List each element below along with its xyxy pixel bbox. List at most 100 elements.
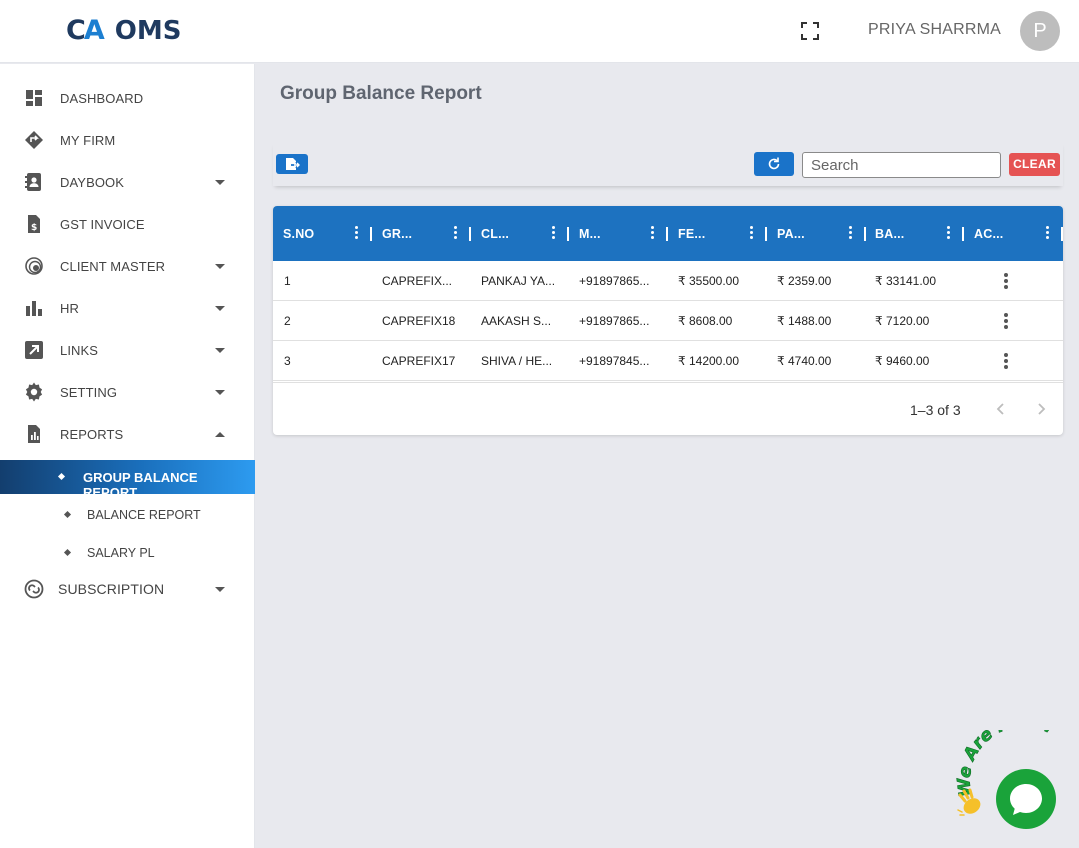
data-grid: S.NO GR... CL... M... FE... PA... BA... …: [273, 206, 1063, 435]
column-menu-icon[interactable]: [454, 226, 458, 242]
sidebar-subitem-label: SALARY PL: [87, 546, 155, 560]
svg-text:$: $: [31, 223, 37, 233]
sidebar-subitem-salary-pl[interactable]: SALARY PL: [0, 536, 255, 570]
sidebar-item-label: REPORTS: [60, 426, 124, 442]
sidebar-item-daybook[interactable]: DAYBOOK: [0, 164, 255, 200]
sidebar-subitem-label: GROUP BALANCE REPORT: [83, 470, 198, 500]
sidebar-item-client-master[interactable]: CLIENT MASTER: [0, 248, 255, 284]
cell-group: CAPREFIX18: [382, 314, 456, 328]
column-header-mobile[interactable]: M...: [569, 206, 668, 261]
invoice-icon: $: [28, 215, 40, 233]
sidebar: DASHBOARD MY FIRM DAYBOOK $ GST INVOICE …: [0, 64, 255, 848]
cell-group: CAPREFIX...: [382, 274, 453, 288]
toolbar: CLEAR: [273, 142, 1063, 186]
dashboard-icon: [26, 90, 42, 106]
sidebar-subitem-label: BALANCE REPORT: [87, 508, 201, 522]
column-header-group[interactable]: GR...: [372, 206, 471, 261]
cell-mobile: +91897865...: [579, 314, 650, 328]
cell-mobile: +91897845...: [579, 354, 650, 368]
column-header-balance[interactable]: BA...: [865, 206, 964, 261]
column-menu-icon[interactable]: [552, 226, 556, 242]
refresh-button[interactable]: [754, 152, 794, 176]
user-name[interactable]: PRIYA SHARRMA: [868, 21, 1001, 39]
table-row[interactable]: 2 CAPREFIX18 AAKASH S... +91897865... ₹ …: [273, 301, 1063, 341]
sidebar-item-label: DAYBOOK: [60, 174, 125, 190]
chat-bubble-icon: [1010, 784, 1042, 815]
chevron-down-icon: [215, 347, 225, 353]
avatar[interactable]: P: [1020, 11, 1060, 51]
chevron-right-icon[interactable]: [1031, 399, 1051, 419]
column-header-paid[interactable]: PA...: [767, 206, 866, 261]
sidebar-item-label: SETTING: [60, 384, 118, 400]
chat-button[interactable]: [996, 769, 1056, 829]
fullscreen-icon[interactable]: [800, 21, 820, 41]
column-header-sno[interactable]: S.NO: [273, 206, 372, 261]
cell-balance: ₹ 33141.00: [875, 274, 937, 288]
export-icon: [286, 158, 301, 170]
chevron-down-icon: [215, 179, 225, 185]
cell-sno: 1: [284, 274, 291, 288]
sidebar-item-my-firm[interactable]: MY FIRM: [0, 122, 255, 158]
column-separator[interactable]: [1061, 227, 1063, 241]
sidebar-item-gst-invoice[interactable]: $ GST INVOICE: [0, 206, 255, 242]
sidebar-item-setting[interactable]: SETTING: [0, 374, 255, 410]
bullet-icon: [63, 510, 72, 519]
pagination-text: 1–3 of 3: [910, 402, 961, 418]
column-menu-icon[interactable]: [1046, 226, 1050, 242]
cell-group: CAPREFIX17: [382, 354, 456, 368]
bullet-icon: [63, 548, 72, 557]
column-header-client[interactable]: CL...: [471, 206, 569, 261]
sidebar-item-label: GST INVOICE: [60, 216, 145, 232]
search-input[interactable]: [802, 152, 1001, 178]
gear-icon: [25, 382, 43, 402]
more-vert-icon[interactable]: [1004, 273, 1008, 291]
sidebar-item-subscription[interactable]: SUBSCRIPTION: [0, 571, 255, 607]
sidebar-item-reports[interactable]: REPORTS: [0, 416, 255, 452]
table-row[interactable]: 3 CAPREFIX17 SHIVA / HE... +91897845... …: [273, 341, 1063, 381]
bar-chart-icon: [26, 301, 42, 316]
firm-icon: [25, 131, 43, 149]
cell-sno: 3: [284, 354, 291, 368]
cell-sno: 2: [284, 314, 291, 328]
sidebar-item-hr[interactable]: HR: [0, 290, 255, 326]
bullet-icon: [57, 472, 66, 481]
column-menu-icon[interactable]: [651, 226, 655, 242]
report-icon: [28, 425, 40, 443]
chevron-down-icon: [215, 263, 225, 269]
clear-button[interactable]: CLEAR: [1009, 153, 1060, 176]
chevron-left-icon[interactable]: [991, 399, 1011, 419]
sidebar-item-label: HR: [60, 300, 79, 316]
column-header-action[interactable]: AC...: [964, 206, 1063, 261]
chevron-down-icon: [215, 586, 225, 592]
cell-paid: ₹ 4740.00: [777, 354, 832, 368]
column-menu-icon[interactable]: [849, 226, 853, 242]
cell-mobile: +91897865...: [579, 274, 650, 288]
more-vert-icon[interactable]: [1004, 313, 1008, 331]
table-row[interactable]: 1 CAPREFIX... PANKAJ YA... +91897865... …: [273, 261, 1063, 301]
more-vert-icon[interactable]: [1004, 353, 1008, 371]
logo-mark: CA: [66, 15, 105, 46]
column-menu-icon[interactable]: [947, 226, 951, 242]
sidebar-item-label: SUBSCRIPTION: [58, 581, 165, 597]
cell-fees: ₹ 8608.00: [678, 314, 733, 328]
top-header: CA OMS PRIYA SHARRMA P: [0, 0, 1079, 63]
grid-footer: 1–3 of 3: [273, 382, 1063, 435]
cell-client: AAKASH S...: [481, 314, 552, 328]
external-link-icon: [25, 341, 43, 359]
sidebar-item-dashboard[interactable]: DASHBOARD: [0, 80, 255, 116]
sidebar-subitem-group-balance-report[interactable]: GROUP BALANCE REPORT: [0, 460, 255, 500]
grid-header: S.NO GR... CL... M... FE... PA... BA... …: [273, 206, 1063, 261]
app-logo[interactable]: CA OMS: [66, 14, 181, 48]
column-menu-icon[interactable]: [750, 226, 754, 242]
contact-book-icon: [25, 173, 41, 191]
chevron-down-icon: [215, 305, 225, 311]
export-button[interactable]: [276, 154, 308, 174]
cell-balance: ₹ 7120.00: [875, 314, 930, 328]
column-menu-icon[interactable]: [355, 226, 359, 242]
logo-text: OMS: [114, 16, 182, 46]
column-header-fees[interactable]: FE...: [668, 206, 767, 261]
sidebar-item-label: CLIENT MASTER: [60, 258, 166, 274]
sidebar-item-label: DASHBOARD: [60, 90, 144, 106]
sidebar-item-links[interactable]: LINKS: [0, 332, 255, 368]
sidebar-subitem-balance-report[interactable]: BALANCE REPORT: [0, 498, 255, 532]
